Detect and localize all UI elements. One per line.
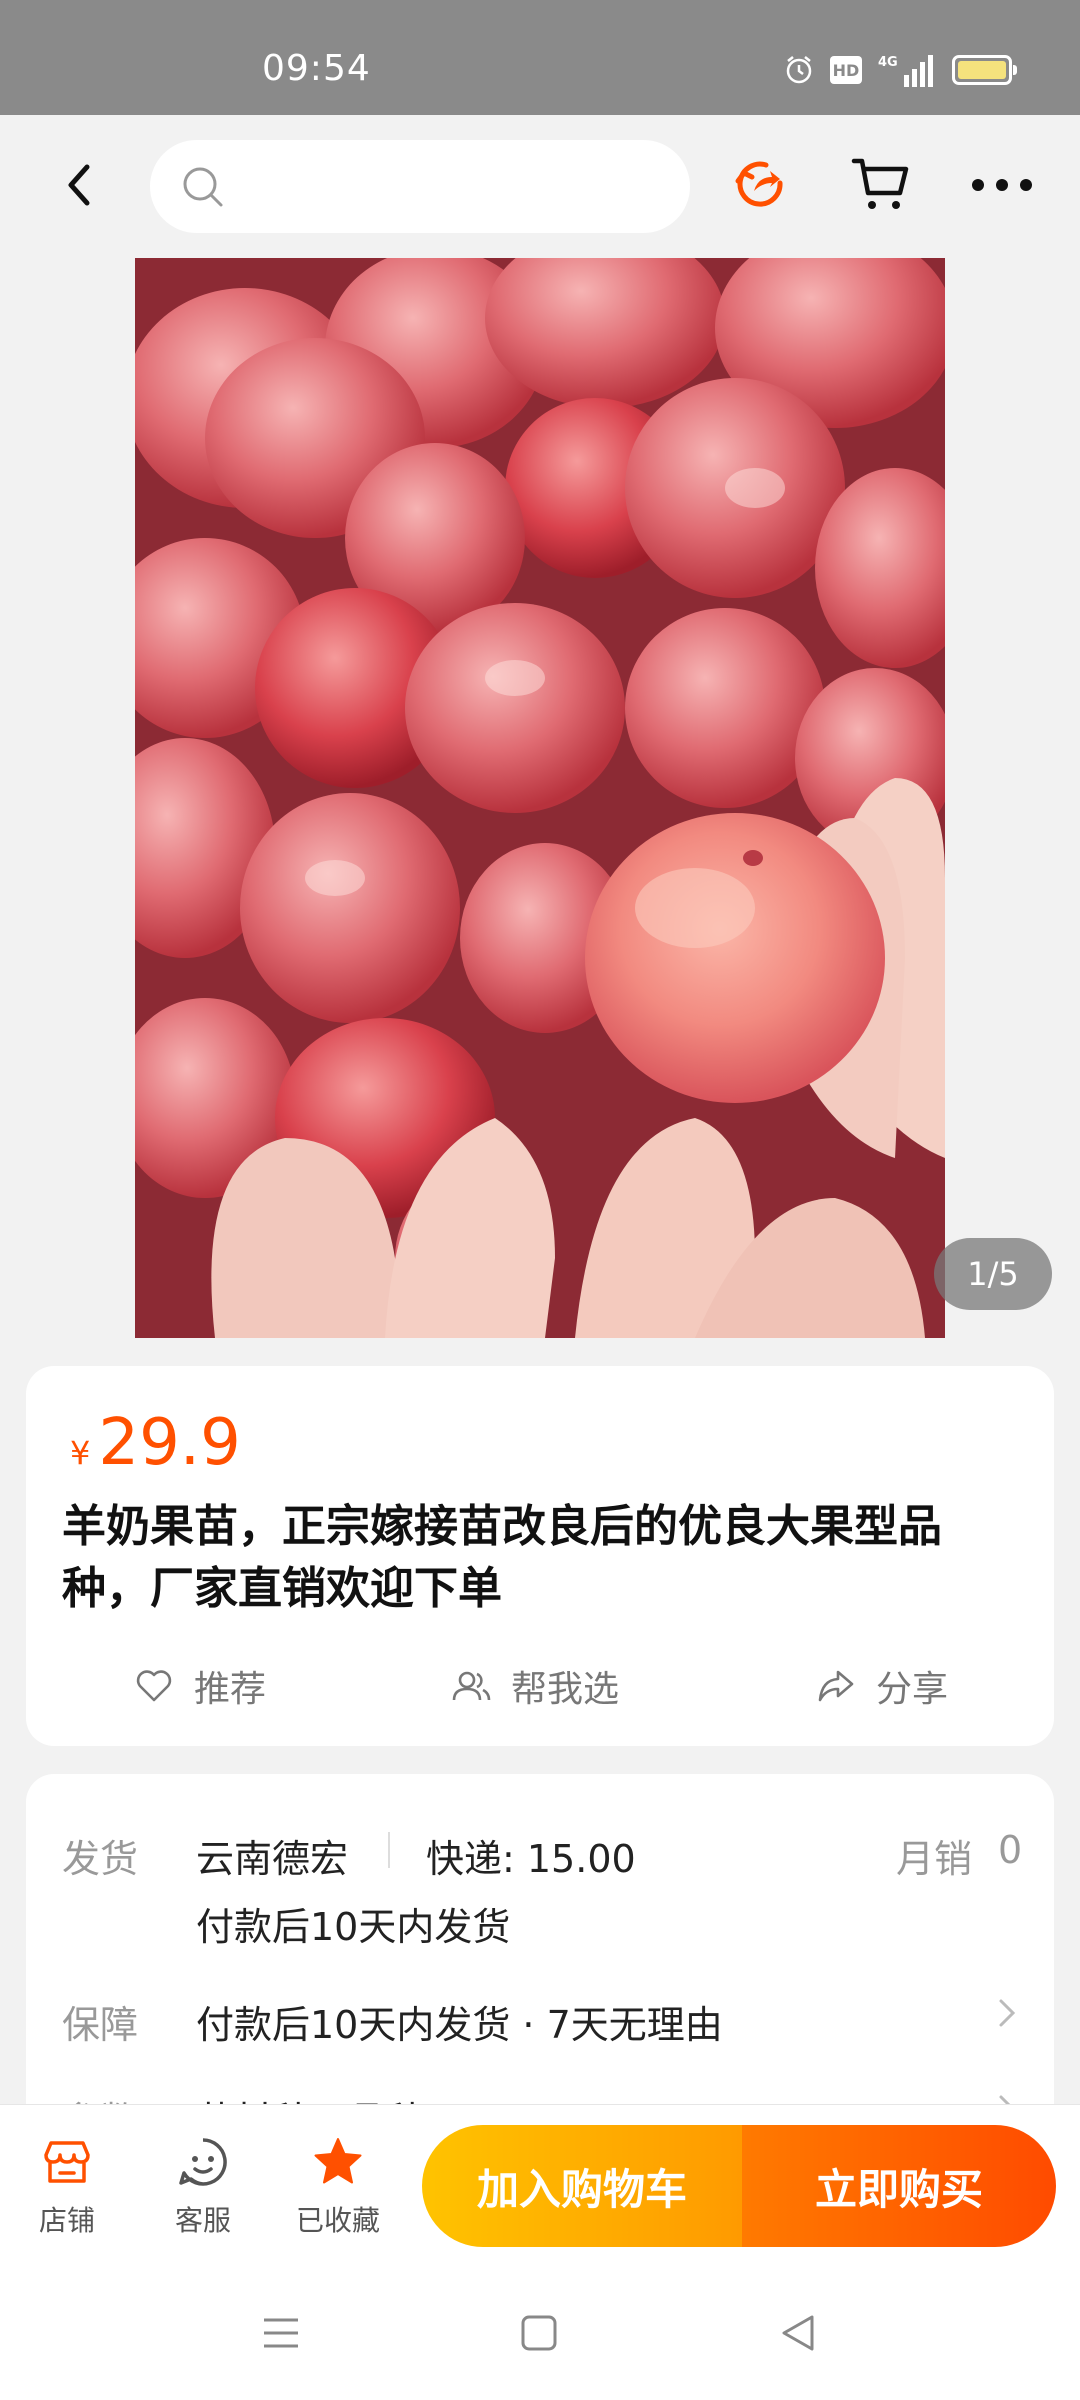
share-icon [818, 1670, 854, 1702]
signal-icon: 4G [878, 55, 933, 87]
more-icon[interactable] [968, 155, 1036, 215]
help-choose-label: 帮我选 [511, 1669, 620, 1710]
product-image[interactable] [135, 258, 945, 1338]
battery-icon [952, 55, 1017, 85]
bottom-action-bar: 店铺 客服 已收藏 加入购物车 立即购买 [0, 2104, 1080, 2264]
product-actions: 推荐 帮我选 分享 [26, 1656, 1054, 1716]
shipping-express: 快递: 15.00 [426, 1837, 636, 1881]
fruit-photo [135, 258, 945, 1338]
status-icons: HD 4G [784, 50, 1017, 90]
favorite-button[interactable]: 已收藏 [283, 2135, 393, 2245]
divider [388, 1832, 390, 1868]
system-nav-bar [0, 2264, 1080, 2400]
product-info-card: ¥ 29.9 羊奶果苗，正宗嫁接苗改良后的优良大果型品种，厂家直销欢迎下单 推荐… [26, 1366, 1054, 1746]
alarm-icon [786, 56, 812, 84]
hd-icon: HD [830, 56, 862, 84]
recommend-button[interactable]: 推荐 [134, 1656, 266, 1716]
buy-now-button[interactable]: 立即购买 [742, 2125, 1056, 2247]
menu-icon[interactable] [258, 2310, 304, 2356]
guarantee-text: 付款后10天内发货 · 7天无理由 [196, 2003, 723, 2047]
shipping-details-card[interactable]: 发货 云南德宏 快递: 15.00 月销 0 付款后10天内发货 保障 付款后1… [26, 1774, 1054, 2143]
heart-icon [136, 1670, 172, 1702]
star-icon [314, 2138, 362, 2184]
image-counter: 1/5 [934, 1238, 1052, 1310]
price: ¥ 29.9 [70, 1406, 241, 1480]
people-icon [452, 1671, 491, 1701]
status-bar: 09:54 HD 4G [0, 0, 1080, 115]
recommend-label: 推荐 [194, 1669, 267, 1710]
help-choose-button[interactable]: 帮我选 [451, 1656, 619, 1716]
search-icon [183, 167, 223, 207]
svg-text:4G: 4G [878, 55, 898, 70]
back-nav-icon[interactable] [776, 2310, 822, 2356]
service-label: 客服 [174, 2204, 231, 2237]
customer-service-button[interactable]: 客服 [148, 2135, 258, 2245]
add-to-cart-button[interactable]: 加入购物车 [422, 2125, 742, 2247]
status-time: 09:54 [262, 48, 371, 89]
home-icon[interactable] [516, 2310, 562, 2356]
store-icon [44, 2141, 90, 2183]
favorite-label: 已收藏 [295, 2204, 380, 2237]
share-circle-icon[interactable] [730, 153, 794, 217]
product-title: 羊奶果苗，正宗嫁接苗改良后的优良大果型品种，厂家直销欢迎下单 [62, 1501, 942, 1614]
store-button[interactable]: 店铺 [12, 2135, 122, 2245]
monthly-sales-value: 0 [998, 1828, 1023, 1872]
price-value: 29.9 [98, 1406, 241, 1480]
price-symbol: ¥ [70, 1434, 91, 1472]
chevron-right-icon[interactable] [996, 1996, 1018, 2030]
guarantee-label: 保障 [62, 2003, 139, 2047]
shipping-label: 发货 [62, 1837, 139, 1881]
service-icon [179, 2138, 227, 2186]
back-icon[interactable] [55, 155, 105, 215]
top-nav [0, 115, 1080, 255]
share-label: 分享 [876, 1669, 949, 1710]
shipping-origin: 云南德宏 [196, 1837, 349, 1881]
search-input[interactable] [240, 140, 660, 233]
search-bar[interactable] [150, 140, 690, 233]
store-label: 店铺 [38, 2204, 95, 2237]
monthly-sales-label: 月销 [896, 1837, 973, 1881]
shipping-note: 付款后10天内发货 [196, 1905, 511, 1949]
cart-icon[interactable] [850, 153, 912, 215]
share-button[interactable]: 分享 [816, 1656, 948, 1716]
